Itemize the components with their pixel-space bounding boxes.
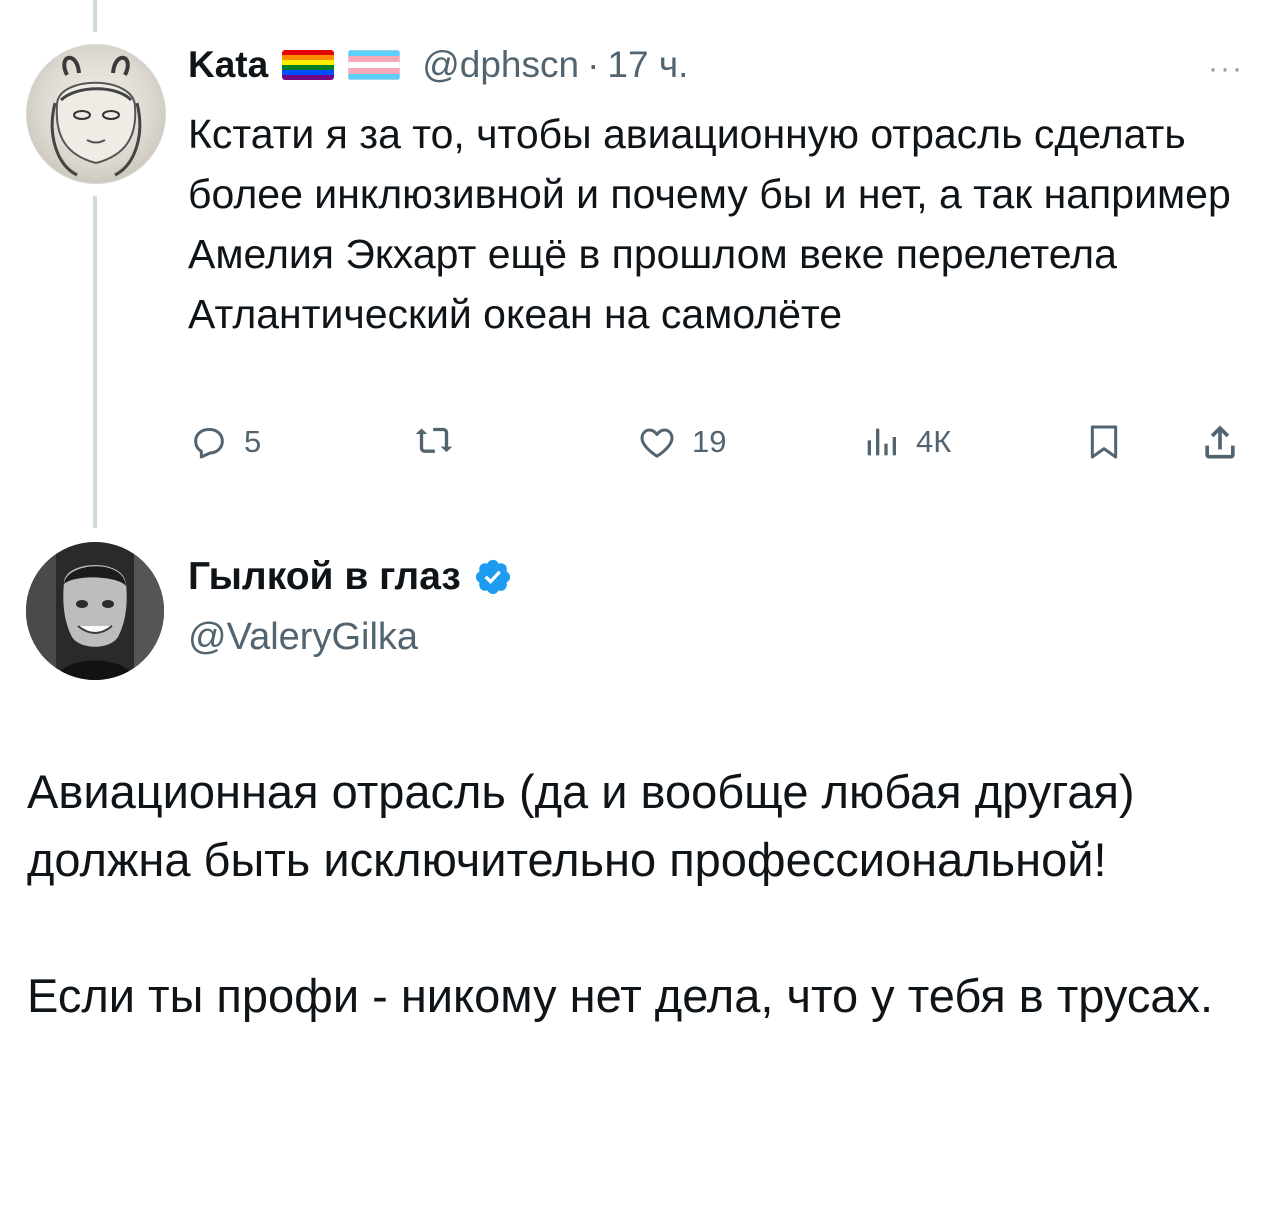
like-button[interactable]: 19 xyxy=(636,412,726,472)
transgender-flag-icon xyxy=(348,50,401,80)
reply-button[interactable]: 5 xyxy=(188,412,261,472)
avatar-drawing xyxy=(50,55,142,177)
retweet-button[interactable] xyxy=(410,412,458,472)
bookmark-button[interactable] xyxy=(1084,412,1124,472)
tweet-time[interactable]: 17 ч. xyxy=(607,44,688,86)
retweet-icon xyxy=(415,427,453,453)
like-icon xyxy=(640,428,674,458)
separator-dot: · xyxy=(587,44,600,85)
tweet-paragraph: Если ты профи - никому нет дела, что у т… xyxy=(27,969,1214,1022)
like-count: 19 xyxy=(692,424,727,459)
views-icon xyxy=(867,428,896,456)
tweet-actions: 5 19 4К xyxy=(188,412,1248,472)
tweet-header: Kata @dphscn · 17 ч. xyxy=(188,40,688,90)
avatar[interactable] xyxy=(26,44,166,184)
tweet-text: Авиационная отрасль (да и вообще любая д… xyxy=(27,758,1247,1030)
author-name[interactable]: Kata xyxy=(188,44,268,86)
bookmark-icon xyxy=(1090,425,1118,459)
rainbow-flag-icon xyxy=(282,50,335,80)
tweet-paragraph: Авиационная отрасль (да и вообще любая д… xyxy=(27,765,1135,886)
author-handle[interactable]: @ValeryGilka xyxy=(188,616,418,659)
reply-icon xyxy=(194,428,224,459)
avatar-photo xyxy=(26,542,164,680)
views-count: 4К xyxy=(916,424,952,459)
author-name[interactable]: Гылкой в глаз xyxy=(188,555,461,599)
author-name-row: Гылкой в глаз xyxy=(188,555,513,599)
tweet-text: Кстати я за то, чтобы авиационную отрасл… xyxy=(188,111,1231,337)
share-icon xyxy=(1205,425,1235,459)
verified-badge-icon xyxy=(475,559,510,595)
avatar[interactable] xyxy=(26,542,164,680)
share-button[interactable] xyxy=(1198,412,1242,472)
reply-count: 5 xyxy=(244,424,262,459)
author-handle[interactable]: @dphscn xyxy=(422,44,579,86)
views-button[interactable]: 4К xyxy=(860,412,951,472)
more-icon[interactable]: ··· xyxy=(1208,52,1244,86)
